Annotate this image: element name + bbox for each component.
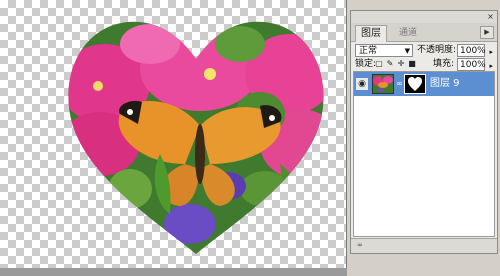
panel-menu-icon[interactable]: ▶	[480, 26, 494, 39]
eye-icon[interactable]: ◉	[356, 78, 368, 90]
layers-list: ◉ ∞ 图层 9	[353, 71, 495, 237]
opacity-field[interactable]: 100% ▸	[457, 44, 493, 57]
lock-all-icon[interactable]: ■	[408, 59, 416, 69]
fill-field[interactable]: 100% ▸	[457, 58, 493, 71]
tab-layers[interactable]: 图层	[355, 25, 387, 42]
panel-tabs: 图层 通道 ▶	[351, 23, 497, 42]
panel-titlebar[interactable]: ×	[351, 11, 497, 23]
opacity-value: 100%	[460, 46, 486, 56]
lock-options: ▢ ✎ ✛ ■	[375, 59, 416, 69]
blend-mode-value: 正常	[359, 46, 378, 56]
lock-move-icon[interactable]: ✛	[397, 59, 405, 69]
lock-label: 锁定:	[355, 59, 377, 69]
layer-name[interactable]: 图层 9	[430, 76, 460, 92]
blend-mode-select[interactable]: 正常 ▼	[355, 44, 413, 57]
link-icon[interactable]: ∞	[396, 79, 403, 89]
fill-label: 填充:	[433, 59, 455, 69]
panel-footer: ∞	[351, 238, 497, 253]
fill-value: 100%	[460, 60, 486, 70]
close-icon[interactable]: ×	[486, 12, 495, 21]
layer-row[interactable]: ◉ ∞ 图层 9	[354, 72, 494, 96]
canvas-scrollbar-strip	[0, 268, 347, 276]
layer-mask-thumbnail[interactable]	[404, 74, 426, 94]
document-canvas[interactable]	[0, 0, 347, 268]
lock-transparent-icon[interactable]: ▢	[375, 59, 383, 69]
opacity-label: 不透明度:	[417, 45, 457, 55]
layers-panel: × 图层 通道 ▶ 正常 ▼ 不透明度: 100% ▸ 锁定: ▢ ✎ ✛ ■ …	[350, 10, 498, 254]
tab-channels[interactable]: 通道	[388, 25, 428, 41]
layer-thumbnail[interactable]	[372, 74, 394, 94]
lock-brush-icon[interactable]: ✎	[386, 59, 394, 69]
link-layers-icon[interactable]: ∞	[357, 242, 369, 249]
heart-image-layer	[68, 21, 324, 254]
